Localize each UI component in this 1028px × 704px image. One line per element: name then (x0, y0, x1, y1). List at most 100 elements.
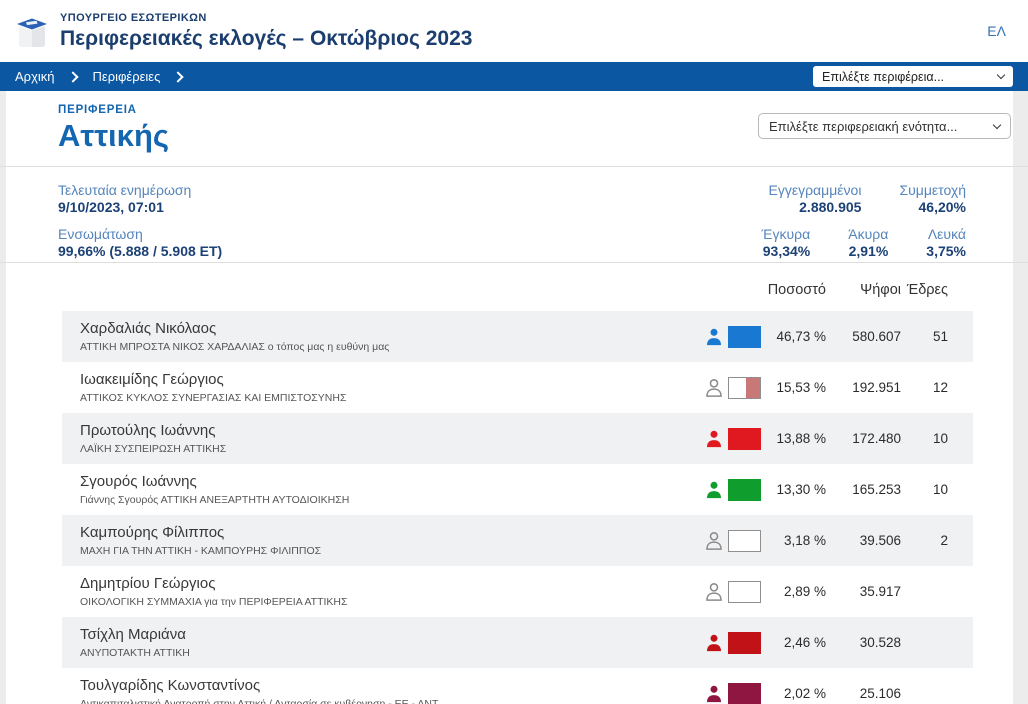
turnout-value: 46,20% (919, 199, 966, 216)
candidate-info: Σγουρός Ιωάννης Γιάννης Σγουρός ΑΤΤΙΚΗ Α… (80, 473, 705, 506)
candidate-name: Σγουρός Ιωάννης (80, 473, 697, 490)
percent-value: 13,88 % (761, 431, 826, 446)
party-name: ΑΝΥΠΟΤΑΚΤΗ ΑΤΤΙΚΗ (80, 647, 697, 659)
candidate-icon (705, 683, 761, 704)
seats-value: 10 (901, 482, 948, 497)
person-icon (705, 684, 723, 704)
candidate-name: Τουλγαρίδης Κωνσταντίνος (80, 677, 697, 694)
seats-value: 10 (901, 431, 948, 446)
blank-votes: Λευκά 3,75% (926, 226, 966, 260)
results-table-header: Ποσοστό Ψήφοι Έδρες (62, 279, 973, 301)
percent-value: 13,30 % (761, 482, 826, 497)
percent-value: 2,89 % (761, 584, 826, 599)
header-seats: Έδρες (901, 282, 948, 298)
party-name: ΜΑΧΗ ΓΙΑ ΤΗΝ ΑΤΤΙΚΗ - ΚΑΜΠΟΥΡΗΣ ΦΙΛΙΠΠΟΣ (80, 545, 697, 557)
candidate-info: Δημητρίου Γεώργιος ΟΙΚΟΛΟΓΙΚΗ ΣΥΜΜΑΧΙΑ γ… (80, 575, 705, 608)
site-header: ΥΠΟΥΡΓΕΙΟ ΕΣΩΤΕΡΙΚΩΝ Περιφερειακές εκλογ… (0, 0, 1028, 62)
seats-value: 12 (901, 380, 948, 395)
registered-value: 2.880.905 (799, 199, 861, 216)
invalid-votes: Άκυρα 2,91% (848, 226, 888, 260)
candidate-row[interactable]: Πρωτούλης Ιωάννης ΛΑΪΚΗ ΣΥΣΠΕΙΡΩΣΗ ΑΤΤΙΚ… (62, 413, 973, 464)
blank-label: Λευκά (928, 226, 966, 243)
breadcrumb-bar: Αρχική Περιφέρειες Επιλέξτε περιφέρεια..… (0, 62, 1028, 91)
language-switcher[interactable]: ΕΛ (987, 23, 1006, 39)
ballot-body-shade (32, 26, 45, 47)
seats-value: 2 (901, 533, 948, 548)
candidate-info: Καμπούρης Φίλιππος ΜΑΧΗ ΓΙΑ ΤΗΝ ΑΤΤΙΚΗ -… (80, 524, 705, 557)
votes-value: 165.253 (826, 482, 901, 497)
party-flag (728, 326, 761, 348)
header-text: ΥΠΟΥΡΓΕΙΟ ΕΣΩΤΕΡΙΚΩΝ Περιφερειακές εκλογ… (60, 12, 472, 51)
percent-value: 2,02 % (761, 686, 826, 701)
header-percent: Ποσοστό (705, 282, 826, 298)
votes-value: 39.506 (826, 533, 901, 548)
person-icon (705, 327, 723, 347)
candidate-icon (705, 326, 761, 348)
candidate-icon (705, 632, 761, 654)
candidate-info: Πρωτούλης Ιωάννης ΛΑΪΚΗ ΣΥΣΠΕΙΡΩΣΗ ΑΤΤΙΚ… (80, 422, 705, 455)
stats-section: Τελευταία ενημέρωση 9/10/2023, 07:01 Ενσ… (0, 167, 1028, 263)
registered-label: Εγγεγραμμένοι (769, 182, 862, 199)
candidate-info: Ιωακειμίδης Γεώργιος ΑΤΤΙΚΟΣ ΚΥΚΛΟΣ ΣΥΝΕ… (80, 371, 705, 404)
stats-line-2: Έγκυρα 93,34% Άκυρα 2,91% Λευκά 3,75% (724, 226, 966, 260)
regional-unit-select[interactable]: Επιλέξτε περιφερειακή ενότητα... (758, 113, 1011, 139)
stats-right: Εγγεγραμμένοι 2.880.905 Συμμετοχή 46,20%… (724, 182, 966, 270)
votes-value: 172.480 (826, 431, 901, 446)
candidate-row[interactable]: Δημητρίου Γεώργιος ΟΙΚΟΛΟΓΙΚΗ ΣΥΜΜΑΧΙΑ γ… (62, 566, 973, 617)
party-flag (728, 683, 761, 704)
chevron-down-icon (997, 71, 1005, 79)
valid-label: Έγκυρα (762, 226, 811, 243)
percent-value: 15,53 % (761, 380, 826, 395)
chevron-right-icon (67, 71, 78, 82)
region-select[interactable]: Επιλέξτε περιφέρεια... (813, 66, 1013, 87)
candidate-info: Τουλγαρίδης Κωνσταντίνος Αντικαπιταλιστι… (80, 677, 705, 704)
region-title-section: ΠΕΡΙΦΕΡΕΙΑ Αττικής Επιλέξτε περιφερειακή… (0, 91, 1028, 167)
turnout-label: Συμμετοχή (899, 182, 966, 199)
party-flag (728, 428, 761, 450)
candidate-row[interactable]: Τσίχλη Μαριάνα ΑΝΥΠΟΤΑΚΤΗ ΑΤΤΙΚΗ 2,46 % … (62, 617, 973, 668)
candidate-info: Χαρδαλιάς Νικόλαος ΑΤΤΙΚΗ ΜΠΡΟΣΤΑ ΝΙΚΟΣ … (80, 320, 705, 353)
candidate-info: Τσίχλη Μαριάνα ΑΝΥΠΟΤΑΚΤΗ ΑΤΤΙΚΗ (80, 626, 705, 659)
party-name: ΑΤΤΙΚΗ ΜΠΡΟΣΤΑ ΝΙΚΟΣ ΧΑΡΔΑΛΙΑΣ ο τόπος μ… (80, 341, 697, 353)
votes-value: 30.528 (826, 635, 901, 650)
candidate-name: Πρωτούλης Ιωάννης (80, 422, 697, 439)
person-icon (705, 531, 723, 551)
candidate-name: Δημητρίου Γεώργιος (80, 575, 697, 592)
party-flag (728, 581, 761, 603)
election-results-page: ΥΠΟΥΡΓΕΙΟ ΕΣΩΤΕΡΙΚΩΝ Περιφερειακές εκλογ… (0, 0, 1028, 704)
candidate-row[interactable]: Χαρδαλιάς Νικόλαος ΑΤΤΙΚΗ ΜΠΡΟΣΤΑ ΝΙΚΟΣ … (62, 311, 973, 362)
party-flag (728, 377, 761, 399)
votes-value: 35.917 (826, 584, 901, 599)
candidate-row[interactable]: Τουλγαρίδης Κωνσταντίνος Αντικαπιταλιστι… (62, 668, 973, 704)
ballot-box-logo[interactable] (13, 12, 51, 52)
person-icon (705, 582, 723, 602)
breadcrumb-home[interactable]: Αρχική (15, 69, 55, 84)
party-name: ΛΑΪΚΗ ΣΥΣΠΕΙΡΩΣΗ ΑΤΤΙΚΗΣ (80, 443, 697, 455)
candidate-name: Τσίχλη Μαριάνα (80, 626, 697, 643)
region-select-placeholder: Επιλέξτε περιφέρεια... (822, 70, 998, 84)
invalid-value: 2,91% (849, 243, 889, 260)
party-name: ΟΙΚΟΛΟΓΙΚΗ ΣΥΜΜΑΧΙΑ για την ΠΕΡΙΦΕΡΕΙΑ Α… (80, 596, 697, 608)
person-icon (705, 429, 723, 449)
percent-value: 46,73 % (761, 329, 826, 344)
candidate-row[interactable]: Ιωακειμίδης Γεώργιος ΑΤΤΙΚΟΣ ΚΥΚΛΟΣ ΣΥΝΕ… (62, 362, 973, 413)
seats-value: 51 (901, 329, 948, 344)
ministry-label: ΥΠΟΥΡΓΕΙΟ ΕΣΩΤΕΡΙΚΩΝ (60, 12, 472, 24)
candidate-name: Χαρδαλιάς Νικόλαος (80, 320, 697, 337)
person-icon (705, 378, 723, 398)
votes-value: 25.106 (826, 686, 901, 701)
party-flag (728, 479, 761, 501)
candidate-icon (705, 581, 761, 603)
candidate-icon (705, 479, 761, 501)
breadcrumb-regions[interactable]: Περιφέρειες (93, 69, 161, 84)
valid-value: 93,34% (763, 243, 810, 260)
candidate-row[interactable]: Καμπούρης Φίλιππος ΜΑΧΗ ΓΙΑ ΤΗΝ ΑΤΤΙΚΗ -… (62, 515, 973, 566)
header-votes: Ψήφοι (826, 282, 901, 298)
party-flag (728, 530, 761, 552)
blank-value: 3,75% (926, 243, 966, 260)
votes-value: 580.607 (826, 329, 901, 344)
party-name: Αντικαπιταλιστική Ανατροπή στην Αττική /… (80, 698, 697, 704)
person-icon (705, 480, 723, 500)
person-icon (705, 633, 723, 653)
candidate-row[interactable]: Σγουρός Ιωάννης Γιάννης Σγουρός ΑΤΤΙΚΗ Α… (62, 464, 973, 515)
